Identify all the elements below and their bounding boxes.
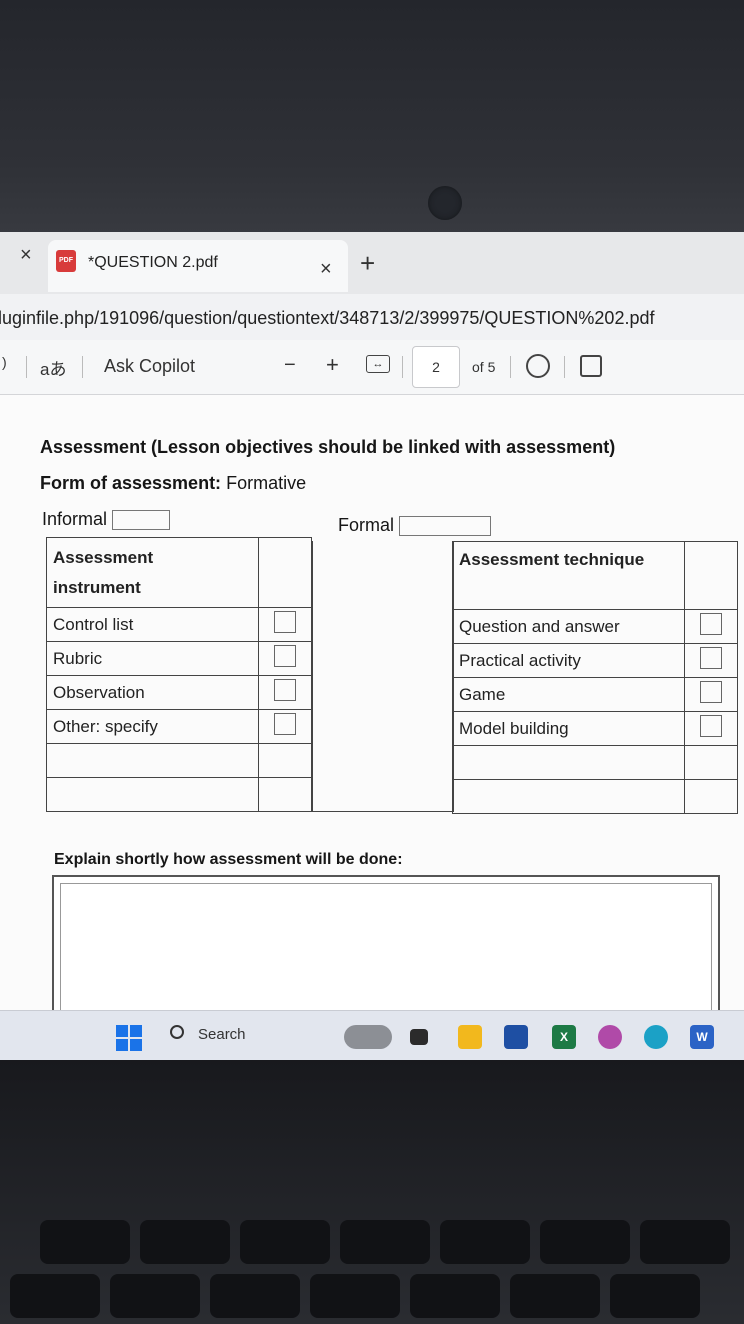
keyboard-key: [440, 1220, 530, 1264]
question-answer-checkbox[interactable]: [700, 613, 722, 635]
pdf-toolbar: ) aあ Ask Copilot − + ↔ 2 of 5: [0, 340, 744, 395]
keyboard-key: [510, 1274, 600, 1318]
store-icon[interactable]: [504, 1025, 528, 1049]
word-icon[interactable]: W: [690, 1025, 714, 1049]
answer-inner-border: [60, 883, 712, 1027]
formal-label: Formal: [338, 515, 395, 535]
technique-row-empty: [452, 745, 685, 780]
zoom-in-button[interactable]: +: [326, 352, 339, 378]
keyboard-key: [210, 1274, 300, 1318]
other-specify-checkbox[interactable]: [274, 713, 296, 735]
webcam: [428, 186, 462, 220]
search-icon: [170, 1025, 184, 1039]
header-check-cell: [258, 537, 312, 608]
keyboard-key: [40, 1220, 130, 1264]
technique-header: Assessment technique: [452, 541, 685, 610]
tab-bar: × PDF *QUESTION 2.pdf × +: [0, 232, 744, 294]
taskbar-search[interactable]: Search: [198, 1026, 246, 1043]
instrument-row-empty: [46, 743, 259, 778]
widgets-icon[interactable]: [344, 1025, 392, 1049]
read-aloud-icon[interactable]: ): [2, 354, 7, 370]
rotate-icon[interactable]: [526, 354, 550, 378]
keyboard-key: [610, 1274, 700, 1318]
control-list-checkbox[interactable]: [274, 611, 296, 633]
laptop-bezel: [0, 0, 744, 235]
laptop-keyboard: [0, 1060, 744, 1324]
keyboard-key: [410, 1274, 500, 1318]
technique-row: Question and answer: [452, 609, 685, 644]
page-view-icon[interactable]: [580, 355, 602, 377]
keyboard-key: [640, 1220, 730, 1264]
keyboard-key: [340, 1220, 430, 1264]
ask-copilot-button[interactable]: Ask Copilot: [104, 356, 195, 377]
new-tab-button[interactable]: +: [360, 248, 375, 279]
instrument-row: Control list: [46, 607, 259, 642]
form-value: Formative: [226, 473, 307, 493]
translate-button[interactable]: aあ: [40, 355, 66, 380]
formal-option: Formal: [338, 515, 492, 537]
assessment-instrument-table: Assessment instrument Control list Rubri…: [46, 537, 312, 812]
informal-label: Informal: [42, 509, 108, 529]
windows-taskbar: Search X W: [0, 1010, 744, 1060]
instrument-row: Observation: [46, 675, 259, 710]
technique-row: Model building: [452, 711, 685, 746]
technique-row-empty: [452, 779, 685, 814]
close-icon[interactable]: ×: [20, 244, 32, 267]
practical-activity-checkbox[interactable]: [700, 647, 722, 669]
edge-icon[interactable]: [644, 1025, 668, 1049]
copilot-icon[interactable]: [598, 1025, 622, 1049]
keyboard-key: [10, 1274, 100, 1318]
address-bar[interactable]: luginfile.php/191096/question/questionte…: [0, 294, 744, 341]
tab-title: *QUESTION 2.pdf: [88, 254, 218, 271]
instrument-row-empty: [46, 777, 259, 812]
instrument-header: Assessment instrument: [46, 537, 259, 608]
rubric-checkbox[interactable]: [274, 645, 296, 667]
section-heading: Assessment (Lesson objectives should be …: [40, 437, 616, 457]
assessment-technique-table: Assessment technique Question and answer…: [452, 541, 738, 814]
observation-checkbox[interactable]: [274, 679, 296, 701]
instrument-row: Rubric: [46, 641, 259, 676]
toolbar-divider: [564, 356, 565, 378]
explain-label: Explain shortly how assessment will be d…: [54, 851, 403, 868]
toolbar-divider: [510, 356, 511, 378]
model-building-checkbox[interactable]: [700, 715, 722, 737]
explain-answer-box[interactable]: [52, 875, 720, 1027]
middle-blank-column: [312, 541, 454, 812]
fit-to-width-icon[interactable]: ↔: [366, 355, 390, 373]
task-view-icon[interactable]: [410, 1029, 428, 1045]
keyboard-key: [540, 1220, 630, 1264]
keyboard-key: [110, 1274, 200, 1318]
form-of-assessment: Form of assessment: Formative: [40, 473, 306, 494]
tab-question-pdf[interactable]: PDF *QUESTION 2.pdf ×: [48, 240, 348, 292]
informal-option: Informal: [42, 509, 171, 531]
game-checkbox[interactable]: [700, 681, 722, 703]
file-explorer-icon[interactable]: [458, 1025, 482, 1049]
keyboard-key: [310, 1274, 400, 1318]
form-label: Form of assessment:: [40, 473, 222, 493]
page-number-input[interactable]: 2: [412, 346, 460, 388]
toolbar-divider: [82, 356, 83, 378]
header-check-cell: [684, 541, 738, 610]
screen: × PDF *QUESTION 2.pdf × + luginfile.php/…: [0, 232, 744, 1060]
informal-checkbox[interactable]: [112, 510, 171, 531]
page-total: of 5: [472, 359, 496, 375]
url-text[interactable]: luginfile.php/191096/question/questionte…: [0, 308, 654, 329]
pdf-icon: PDF: [56, 250, 76, 272]
toolbar-divider: [402, 356, 403, 378]
formal-checkbox[interactable]: [399, 516, 492, 537]
tab-close-icon[interactable]: ×: [320, 258, 332, 281]
technique-row: Game: [452, 677, 685, 712]
keyboard-key: [140, 1220, 230, 1264]
zoom-out-button[interactable]: −: [284, 354, 296, 377]
keyboard-key: [240, 1220, 330, 1264]
windows-start-icon[interactable]: [116, 1025, 142, 1051]
instrument-row: Other: specify: [46, 709, 259, 744]
toolbar-divider: [26, 356, 27, 378]
technique-row: Practical activity: [452, 643, 685, 678]
pdf-page: Assessment (Lesson objectives should be …: [0, 395, 744, 1027]
excel-icon[interactable]: X: [552, 1025, 576, 1049]
